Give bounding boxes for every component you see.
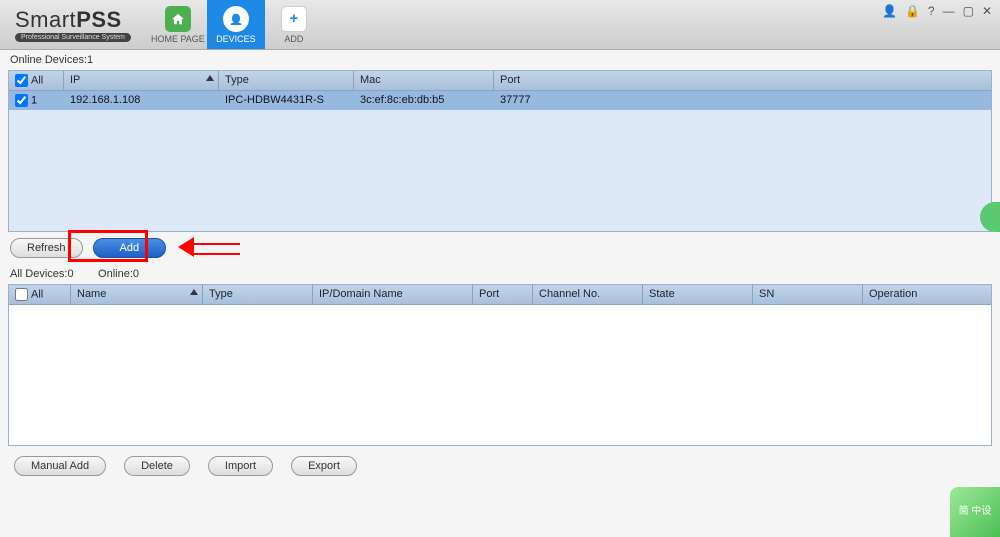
table-row[interactable]: 1 192.168.1.108 IPC-HDBW4431R-S 3c:ef:8c… xyxy=(9,91,991,110)
row-mac: 3c:ef:8c:eb:db:b5 xyxy=(354,91,494,110)
sort-indicator-icon xyxy=(206,75,214,81)
row-check[interactable]: 1 xyxy=(9,91,64,110)
acol-chan[interactable]: Channel No. xyxy=(533,285,643,304)
online-table-body: 1 192.168.1.108 IPC-HDBW4431R-S 3c:ef:8c… xyxy=(9,91,991,231)
nav-add[interactable]: + ADD xyxy=(265,0,323,49)
online-devices-table: All IP Type Mac Port 1 192.168.1.108 IPC… xyxy=(8,70,992,232)
acol-port[interactable]: Port xyxy=(473,285,533,304)
acol-name[interactable]: Name xyxy=(71,285,203,304)
help-icon[interactable]: ? xyxy=(928,4,935,18)
all-devices-count: All Devices:0 xyxy=(10,268,74,280)
refresh-button[interactable]: Refresh xyxy=(10,238,83,258)
add-button[interactable]: Add xyxy=(93,238,167,258)
all-devices-online: Online:0 xyxy=(98,268,139,280)
export-button[interactable]: Export xyxy=(291,456,357,476)
nav-home-label: HOME PAGE xyxy=(151,34,205,44)
nav-devices[interactable]: DEVICES xyxy=(207,0,265,49)
app-header: SmartPSS Professional Surveillance Syste… xyxy=(0,0,1000,50)
all-table-header: All Name Type IP/Domain Name Port Channe… xyxy=(9,285,991,305)
app-logo: SmartPSS Professional Surveillance Syste… xyxy=(15,7,131,42)
select-all-online-checkbox[interactable] xyxy=(15,74,28,87)
titlebar-controls: 👤 🔒 ? — ▢ ✕ xyxy=(882,4,992,18)
row-type: IPC-HDBW4431R-S xyxy=(219,91,354,110)
row-checkbox[interactable] xyxy=(15,94,28,107)
all-devices-label: All Devices:0 Online:0 xyxy=(0,264,1000,284)
online-actions-row: Refresh Add xyxy=(0,232,1000,264)
plus-icon: + xyxy=(281,6,307,32)
all-table-body xyxy=(9,305,991,445)
col-all[interactable]: All xyxy=(9,71,64,90)
nav-add-label: ADD xyxy=(284,34,303,44)
online-devices-label: Online Devices:1 xyxy=(0,50,1000,70)
row-ip: 192.168.1.108 xyxy=(64,91,219,110)
all-devices-table: All Name Type IP/Domain Name Port Channe… xyxy=(8,284,992,446)
logo-tagline: Professional Surveillance System xyxy=(15,33,131,42)
close-icon[interactable]: ✕ xyxy=(982,4,992,18)
manual-add-button[interactable]: Manual Add xyxy=(14,456,106,476)
bottom-actions: Manual Add Delete Import Export xyxy=(0,446,1000,486)
home-icon xyxy=(165,6,191,32)
col-mac[interactable]: Mac xyxy=(354,71,494,90)
import-button[interactable]: Import xyxy=(208,456,273,476)
lock-icon[interactable]: 🔒 xyxy=(905,4,920,18)
col-port[interactable]: Port xyxy=(494,71,991,90)
acol-sn[interactable]: SN xyxy=(753,285,863,304)
language-badge[interactable]: 简 中设 xyxy=(950,487,1000,537)
maximize-icon[interactable]: ▢ xyxy=(963,4,974,18)
nav-home[interactable]: HOME PAGE xyxy=(149,0,207,49)
col-ip[interactable]: IP xyxy=(64,71,219,90)
acol-state[interactable]: State xyxy=(643,285,753,304)
select-all-devices-checkbox[interactable] xyxy=(15,288,28,301)
nav-devices-label: DEVICES xyxy=(216,34,256,44)
row-port: 37777 xyxy=(494,91,991,110)
online-table-header: All IP Type Mac Port xyxy=(9,71,991,91)
annotation-arrow xyxy=(178,240,238,254)
acol-type[interactable]: Type xyxy=(203,285,313,304)
acol-op[interactable]: Operation xyxy=(863,285,991,304)
logo-text: SmartPSS xyxy=(15,7,122,33)
devices-icon xyxy=(223,6,249,32)
sort-indicator-icon xyxy=(190,289,198,295)
acol-ipd[interactable]: IP/Domain Name xyxy=(313,285,473,304)
main-nav: HOME PAGE DEVICES + ADD xyxy=(149,0,323,49)
delete-button[interactable]: Delete xyxy=(124,456,190,476)
col-type[interactable]: Type xyxy=(219,71,354,90)
acol-all[interactable]: All xyxy=(9,285,71,304)
minimize-icon[interactable]: — xyxy=(943,4,955,18)
user-icon[interactable]: 👤 xyxy=(882,4,897,18)
